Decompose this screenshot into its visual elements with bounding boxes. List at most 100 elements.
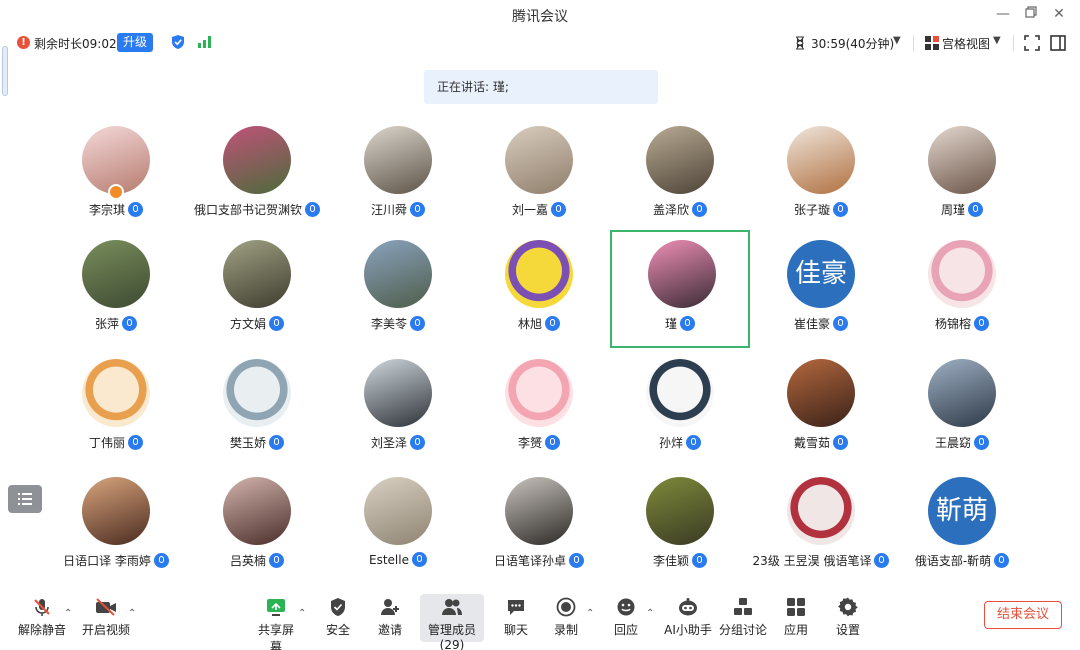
chevron-up-icon[interactable]: ⌃ — [64, 608, 72, 619]
share-screen-button[interactable]: 共享屏幕 — [253, 594, 299, 650]
participant-name: 刘一嘉 — [511, 203, 548, 217]
security-label: 安全 — [325, 623, 350, 637]
mic-icon — [974, 316, 989, 331]
speaking-banner: 正在讲话: 瑾; — [424, 70, 658, 104]
share-screen-label: 共享屏幕 — [257, 623, 294, 650]
participant-tile[interactable]: 张子璇 — [751, 116, 891, 234]
participant-name: 李美苓 — [370, 317, 407, 331]
participant-tile[interactable]: 李佳颖 — [610, 467, 750, 585]
participant-tile[interactable]: 刘一嘉 — [469, 116, 609, 234]
chevron-up-icon[interactable]: ⌃ — [586, 608, 594, 619]
avatar — [648, 240, 716, 308]
emoji-icon — [617, 598, 635, 616]
scroll-indicator[interactable] — [2, 46, 8, 96]
participant-tile[interactable]: 佳豪 崔佳豪 — [751, 230, 891, 348]
participant-tile[interactable]: 靳萌 俄语支部-靳萌 — [892, 467, 1032, 585]
view-mode-button[interactable]: 宫格视图 — [942, 35, 990, 52]
chevron-up-icon[interactable]: ⌃ — [128, 608, 136, 619]
fullscreen-icon[interactable] — [1024, 35, 1040, 51]
participant-tile[interactable]: 俄口支部书记贺渊钦 — [187, 116, 327, 234]
avatar — [646, 359, 714, 427]
participant-name: Estelle — [369, 553, 409, 567]
participant-tile[interactable]: 孙烊 — [610, 349, 750, 467]
participant-name: 瑾 — [664, 317, 677, 331]
settings-label: 设置 — [835, 623, 860, 637]
breakout-button[interactable]: 分组讨论 — [718, 594, 768, 642]
avatar: 靳萌 — [928, 477, 996, 545]
mic-icon — [686, 435, 701, 450]
participant-tile[interactable]: 王晨窈 — [892, 349, 1032, 467]
avatar — [505, 240, 573, 308]
chat-button[interactable]: 聊天 — [500, 594, 532, 642]
minimize-button[interactable]: — — [992, 4, 1014, 24]
participant-tile[interactable]: 李宗琪 — [46, 116, 186, 234]
chevron-down-icon[interactable]: ▼ — [993, 35, 1001, 46]
participant-tile[interactable]: 刘圣泽 — [328, 349, 468, 467]
chat-label: 聊天 — [503, 623, 528, 637]
manage-members-button[interactable]: 管理成员(29) — [420, 594, 484, 650]
avatar — [787, 126, 855, 194]
react-button[interactable]: 回应 — [610, 594, 642, 642]
apps-button[interactable]: 应用 — [782, 594, 810, 642]
avatar — [787, 359, 855, 427]
participant-tile[interactable]: 吕英楠 — [187, 467, 327, 585]
avatar — [223, 126, 291, 194]
security-button[interactable]: 安全 — [322, 594, 354, 642]
avatar — [646, 477, 714, 545]
avatar — [364, 126, 432, 194]
participant-name-row: 俄语支部-靳萌 — [872, 552, 1052, 569]
upgrade-button[interactable]: 升级 — [117, 33, 154, 52]
mic-icon — [833, 435, 848, 450]
settings-button[interactable]: 设置 — [834, 594, 862, 642]
participant-tile[interactable]: 日语口译 李雨婷 — [46, 467, 186, 585]
participant-tile[interactable]: 张萍 — [46, 230, 186, 348]
participant-tile[interactable]: 丁伟丽 — [46, 349, 186, 467]
participant-tile[interactable]: 日语笔译孙卓 — [469, 467, 609, 585]
participant-tile[interactable]: 林旭 — [469, 230, 609, 348]
restore-button[interactable] — [1020, 4, 1042, 24]
shield-icon[interactable] — [171, 34, 185, 50]
participant-tile[interactable]: 盖泽欣 — [610, 116, 750, 234]
record-button[interactable]: 录制 — [550, 594, 582, 642]
chevron-down-icon[interactable]: ▼ — [893, 35, 901, 46]
meeting-timer[interactable]: 30:59(40分钟) — [811, 35, 894, 52]
participant-list-button[interactable] — [8, 485, 42, 513]
participant-tile[interactable]: 李美苓 — [328, 230, 468, 348]
sidebar-toggle-icon[interactable] — [1050, 35, 1066, 51]
participant-tile[interactable]: 周瑾 — [892, 116, 1032, 234]
participant-name: 孙烊 — [658, 436, 683, 450]
camera-off-icon — [96, 598, 116, 616]
chevron-up-icon[interactable]: ⌃ — [646, 608, 654, 619]
participant-tile[interactable]: 23级 王昱淏 俄语笔译 — [751, 467, 891, 585]
start-video-button[interactable]: 开启视频 — [82, 594, 130, 642]
unmute-button[interactable]: 解除静音 — [18, 594, 66, 642]
invite-label: 邀请 — [377, 623, 402, 637]
participant-name: 李赟 — [517, 436, 542, 450]
ai-assistant-button[interactable]: AI小助手 — [664, 594, 712, 642]
participant-tile[interactable]: 瑾 — [610, 230, 750, 348]
chevron-up-icon[interactable]: ⌃ — [298, 608, 306, 619]
participant-tile[interactable]: Estelle — [328, 467, 468, 585]
close-button[interactable]: ✕ — [1048, 4, 1070, 24]
record-label: 录制 — [553, 623, 578, 637]
participant-name: 日语口译 李雨婷 — [63, 554, 151, 568]
participant-tile[interactable]: 樊玉娇 — [187, 349, 327, 467]
participant-tile[interactable]: 杨锦榕 — [892, 230, 1032, 348]
participant-tile[interactable]: 戴雪茹 — [751, 349, 891, 467]
divider — [913, 35, 914, 51]
participant-tile[interactable]: 李赟 — [469, 349, 609, 467]
invite-button[interactable]: 邀请 — [374, 594, 406, 642]
chat-icon — [508, 600, 524, 615]
participant-name: 李佳颖 — [652, 554, 689, 568]
avatar — [505, 359, 573, 427]
participant-tile[interactable]: 汪川舜 — [328, 116, 468, 234]
mic-icon — [269, 553, 284, 568]
avatar — [364, 240, 432, 308]
signal-icon[interactable] — [198, 36, 212, 48]
participant-name: 周瑾 — [940, 203, 965, 217]
mic-icon — [411, 552, 427, 567]
apps-label: 应用 — [783, 623, 808, 637]
participant-tile[interactable]: 方文娟 — [187, 230, 327, 348]
end-meeting-button[interactable]: 结束会议 — [984, 601, 1062, 629]
list-icon — [18, 493, 32, 505]
